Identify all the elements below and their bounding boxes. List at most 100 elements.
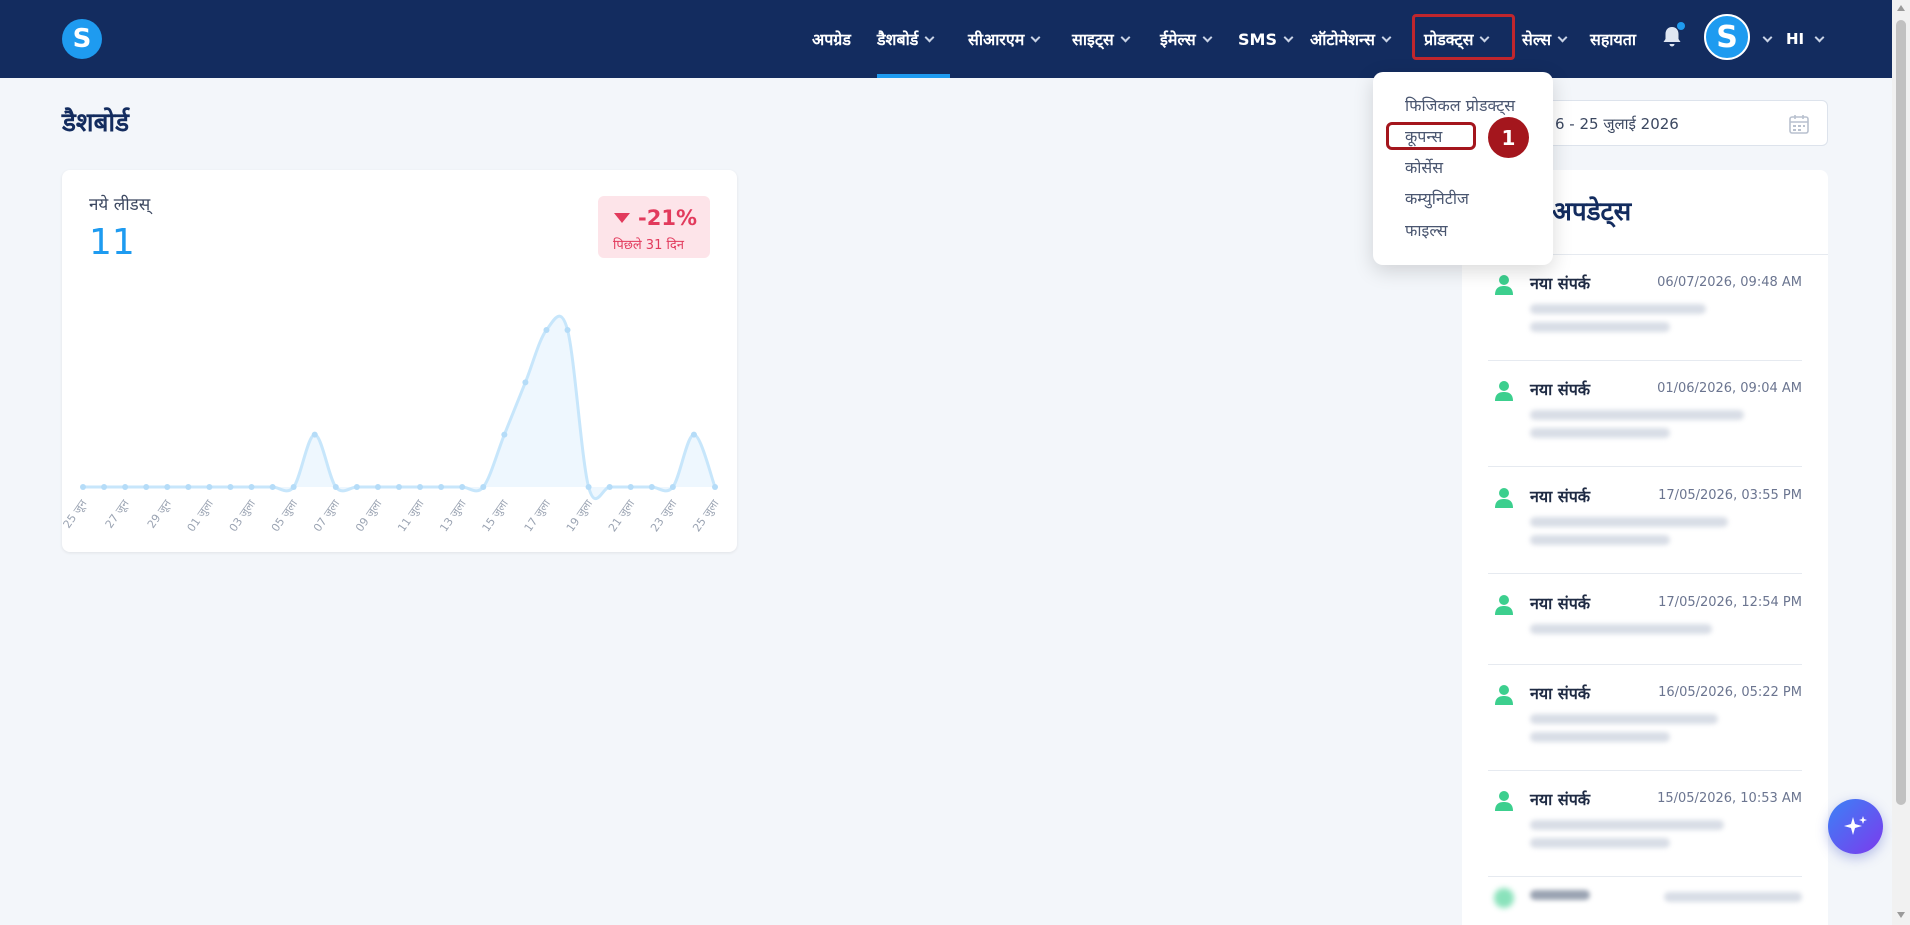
language-selector[interactable]: HI: [1786, 0, 1825, 78]
updates-panel: अपडेट्स नया संपर्क 06/07/2026, 09:48 AM …: [1462, 170, 1828, 925]
chart-point[interactable]: [606, 484, 613, 490]
chart-point[interactable]: [585, 484, 592, 490]
chart-point[interactable]: [269, 484, 276, 490]
chart-point[interactable]: [627, 484, 634, 490]
chart-point[interactable]: [522, 379, 529, 386]
leads-chart: 25 जून 27 जून 29 जून 01 जुला 03 जुला 05 जुला 0…: [62, 314, 722, 534]
chevron-down-icon: [1381, 32, 1392, 42]
user-avatar[interactable]: S: [1704, 14, 1750, 60]
nav-active-indicator: [877, 74, 950, 78]
nav-sales-label: सेल्स: [1522, 30, 1552, 49]
nav-sms[interactable]: SMS: [1238, 0, 1294, 78]
update-title: नया संपर्क: [1530, 380, 1591, 399]
chart-point[interactable]: [690, 431, 697, 438]
app-logo[interactable]: S: [62, 19, 102, 59]
nav-emails[interactable]: ईमेल्स: [1160, 0, 1213, 78]
redacted-text: [1530, 624, 1712, 634]
chart-point[interactable]: [712, 484, 718, 490]
x-tick-label: 01 जुला: [185, 497, 216, 534]
nav-crm[interactable]: सीआरएम: [968, 0, 1041, 78]
person-icon: [1495, 488, 1513, 508]
person-icon: [1494, 888, 1514, 908]
redacted-text: [1530, 322, 1670, 332]
redacted-text: [1530, 820, 1724, 830]
date-range-text: 6 - 25 जुलाई 2026: [1555, 115, 1679, 133]
notification-dot: [1677, 22, 1685, 30]
chart-point[interactable]: [564, 327, 571, 333]
x-tick-label: 17 जुला: [522, 497, 553, 534]
chevron-down-icon: [1814, 32, 1825, 42]
nav-dashboard[interactable]: डैशबोर्ड: [877, 0, 935, 78]
menu-item-communities[interactable]: कम्युनिटीज: [1405, 187, 1469, 209]
avatar-menu-toggle[interactable]: [1756, 0, 1773, 78]
scrollbar-thumb[interactable]: [1896, 20, 1906, 805]
divider: [1488, 466, 1802, 467]
chart-point[interactable]: [543, 327, 550, 333]
x-tick-label: 13 जुला: [437, 497, 468, 534]
nav-help-label: सहायता: [1590, 30, 1637, 49]
menu-item-files[interactable]: फाइल्स: [1405, 219, 1448, 241]
update-time: 15/05/2026, 10:53 AM: [1657, 791, 1802, 806]
chart-point[interactable]: [480, 484, 487, 490]
scroll-up-arrow[interactable]: [1897, 5, 1905, 11]
nav-help[interactable]: सहायता: [1590, 0, 1636, 78]
chevron-down-icon: [1283, 32, 1294, 42]
nav-sales[interactable]: सेल्स: [1522, 0, 1568, 78]
chart-point[interactable]: [122, 484, 129, 490]
nav-automations[interactable]: ऑटोमेशन्स: [1310, 0, 1392, 78]
nav-automations-label: ऑटोमेशन्स: [1310, 30, 1375, 49]
chart-point[interactable]: [459, 484, 466, 490]
redacted-text: [1530, 535, 1670, 545]
redacted-text: [1530, 428, 1670, 438]
chart-point[interactable]: [332, 484, 339, 490]
update-title: नया संपर्क: [1530, 274, 1591, 293]
chart-point[interactable]: [101, 484, 108, 490]
divider: [1488, 664, 1802, 665]
chart-point[interactable]: [669, 484, 676, 490]
chart-point[interactable]: [290, 484, 297, 490]
chart-point[interactable]: [206, 484, 213, 490]
nav-sms-label: SMS: [1238, 29, 1277, 49]
scroll-down-arrow[interactable]: [1897, 912, 1905, 918]
sparkle-icon: [1843, 815, 1867, 835]
chart-point[interactable]: [80, 484, 86, 490]
chart-point[interactable]: [353, 484, 360, 490]
menu-item-physical-products[interactable]: फिजिकल प्रोडक्ट्स: [1405, 94, 1515, 116]
nav-sites[interactable]: साइट्स: [1072, 0, 1131, 78]
chart-point[interactable]: [501, 431, 508, 438]
page-title: डैशबोर्ड: [62, 108, 130, 138]
x-tick-label: 29 जून: [145, 497, 175, 532]
chart-point[interactable]: [185, 484, 192, 490]
page-scrollbar[interactable]: [1892, 0, 1910, 925]
nav-crm-label: सीआरएम: [968, 30, 1025, 49]
nav-emails-label: ईमेल्स: [1160, 30, 1196, 49]
x-tick-label: 25 जून: [62, 497, 91, 532]
x-tick-label: 21 जुला: [606, 497, 637, 534]
chart-point[interactable]: [311, 431, 318, 438]
step-number-badge: 1: [1488, 117, 1529, 158]
redacted-text: [1530, 732, 1670, 742]
chart-point[interactable]: [227, 484, 234, 490]
x-tick-label: 05 जुला: [269, 497, 300, 534]
chart-point[interactable]: [417, 484, 424, 490]
chart-point[interactable]: [248, 484, 255, 490]
nav-upgrade[interactable]: अपग्रेड: [812, 0, 851, 78]
chart-point[interactable]: [143, 484, 150, 490]
divider: [1488, 360, 1802, 361]
divider: [1488, 876, 1802, 877]
update-time: 06/07/2026, 09:48 AM: [1657, 275, 1802, 290]
menu-item-courses[interactable]: कोर्सेस: [1405, 156, 1443, 178]
chart-point[interactable]: [164, 484, 171, 490]
divider: [1488, 770, 1802, 771]
chevron-down-icon: [1557, 32, 1568, 42]
divider: [1488, 573, 1802, 574]
chart-point[interactable]: [648, 484, 655, 490]
redacted-text: [1530, 410, 1744, 420]
chart-point[interactable]: [374, 484, 381, 490]
ai-assistant-button[interactable]: [1828, 799, 1883, 854]
updates-title: अपडेट्स: [1552, 197, 1632, 227]
update-title: नया संपर्क: [1530, 684, 1591, 703]
chart-point[interactable]: [396, 484, 402, 490]
chart-point[interactable]: [438, 484, 445, 490]
update-title: नया संपर्क: [1530, 790, 1591, 809]
